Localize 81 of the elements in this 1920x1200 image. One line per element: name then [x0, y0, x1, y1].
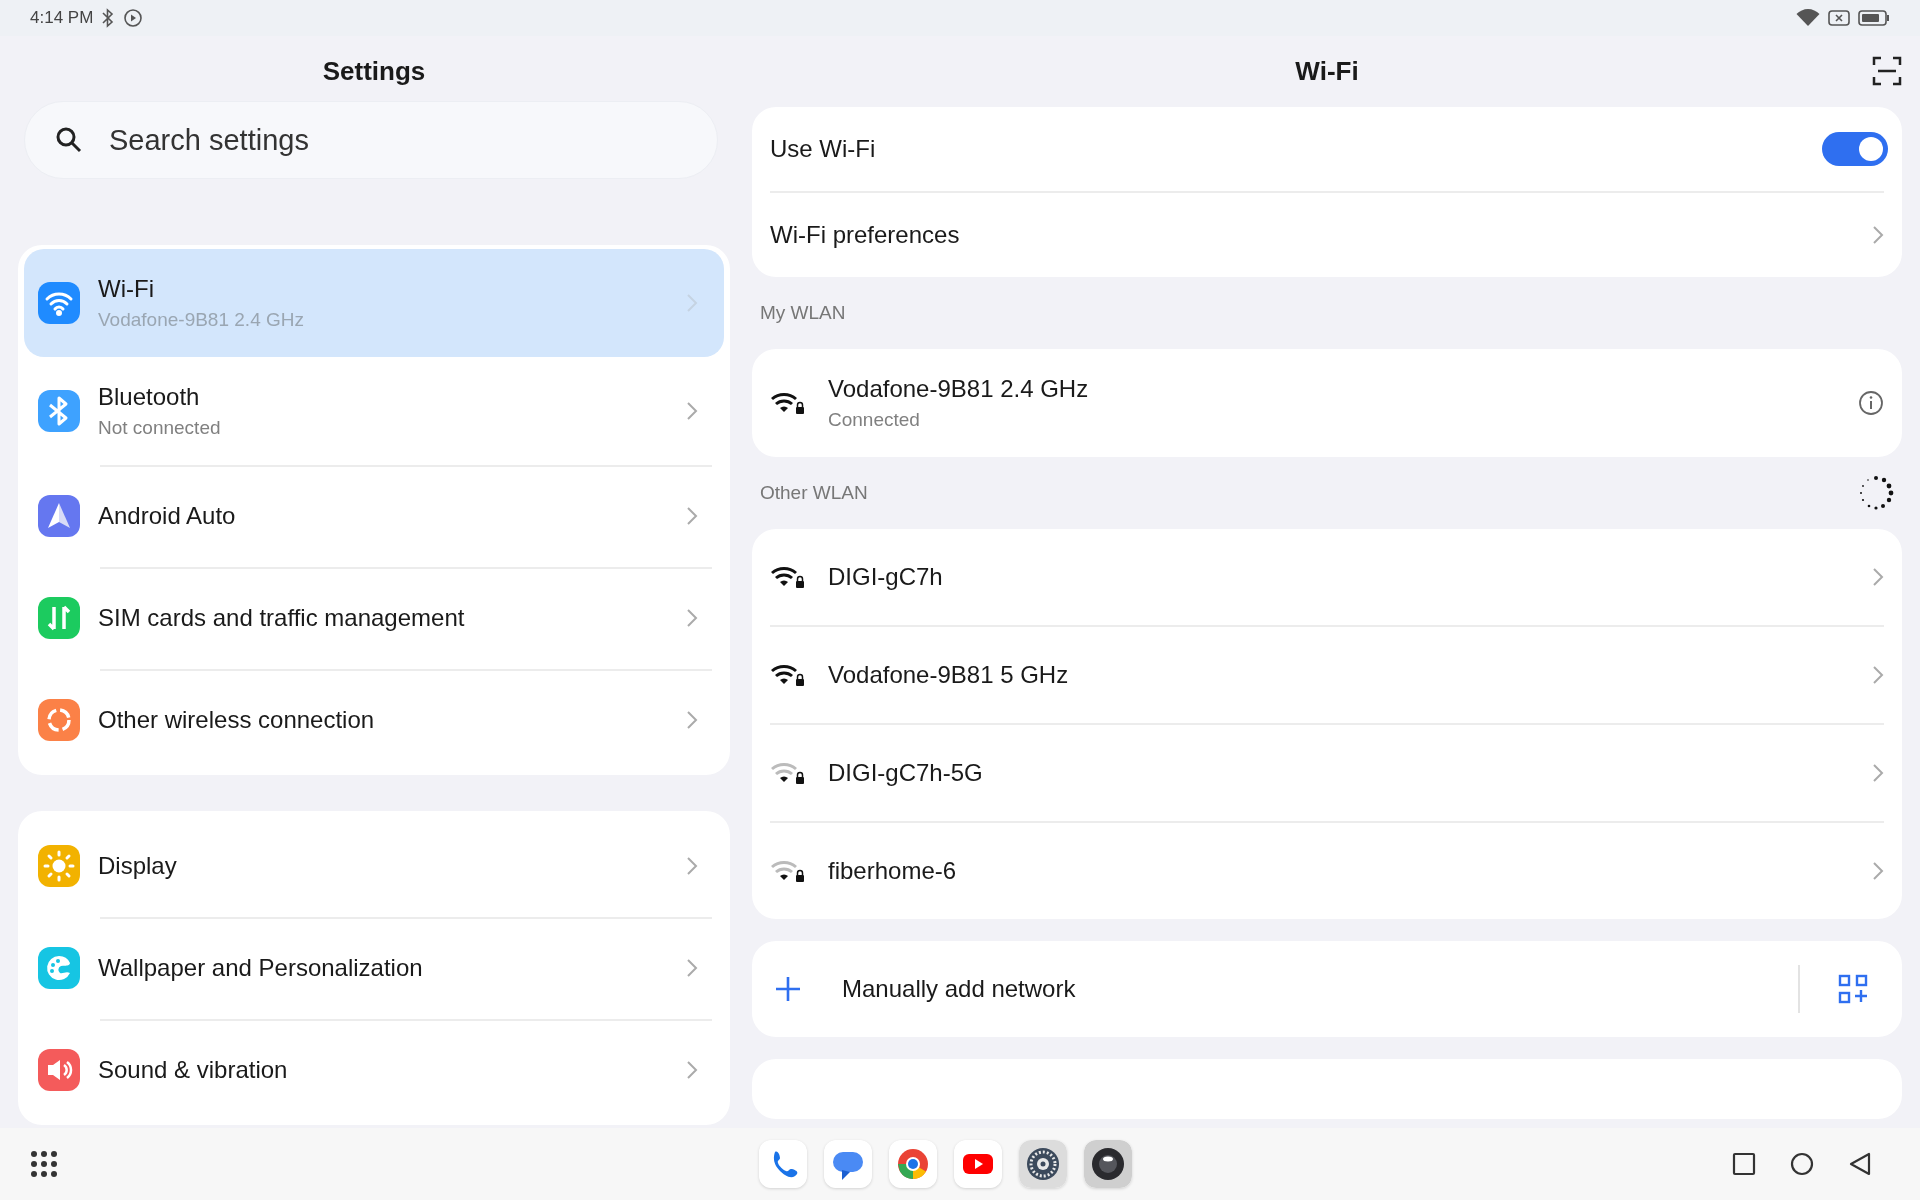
qr-code-icon[interactable]	[1838, 974, 1868, 1004]
settings-item[interactable]: Android Auto	[24, 465, 724, 567]
chevron-icon	[686, 608, 698, 628]
settings-item[interactable]: Display	[24, 815, 724, 917]
network-name: Vodafone-9B81 5 GHz	[828, 661, 1069, 689]
item-subtitle: Vodafone-9B81 2.4 GHz	[98, 309, 304, 331]
sound-icon	[38, 1049, 80, 1091]
search-icon	[54, 125, 84, 155]
settings-item[interactable]: Sound & vibration	[24, 1019, 724, 1121]
chevron-icon	[1872, 861, 1884, 881]
chevron-icon	[686, 710, 698, 730]
chevron-icon	[686, 958, 698, 978]
setting-label: Use Wi-Fi	[770, 135, 876, 163]
chevron-icon	[1872, 567, 1884, 587]
network-item[interactable]: DIGI-gC7h-5G	[770, 723, 1884, 821]
video-play-icon[interactable]	[953, 1140, 1002, 1188]
item-label: Wi-Fi	[98, 275, 155, 303]
item-label: Bluetooth	[98, 383, 201, 411]
network-item[interactable]: fiberhome-6	[770, 821, 1884, 919]
network-item[interactable]: Vodafone-9B81 2.4 GHz Connected	[770, 349, 1884, 457]
status-time: 4:14 PM	[30, 8, 94, 28]
item-label: Android Auto	[98, 502, 236, 530]
no-sim-icon	[1828, 9, 1850, 27]
bluetooth-icon	[101, 8, 116, 28]
chevron-icon	[686, 856, 698, 876]
preferences-row[interactable]: Wi-Fi preferences	[770, 191, 1884, 277]
chat-icon[interactable]	[823, 1140, 872, 1188]
item-label: SIM cards and traffic management	[98, 604, 465, 632]
home-button[interactable]	[1790, 1152, 1814, 1176]
network-status: Connected	[828, 409, 921, 431]
section-heading: My WLAN	[760, 302, 846, 324]
settings-item[interactable]: Other wireless connection	[24, 669, 724, 771]
recents-button[interactable]	[1732, 1152, 1756, 1176]
scan-icon[interactable]	[1872, 56, 1902, 86]
camera-icon[interactable]	[1083, 1140, 1132, 1188]
settings-item[interactable]: SIM cards and traffic management	[24, 567, 724, 669]
plus-icon[interactable]	[774, 975, 802, 1003]
wireless-icon	[38, 699, 80, 741]
chevron-icon	[1872, 225, 1884, 245]
back-button[interactable]	[1848, 1152, 1872, 1176]
network-name: DIGI-gC7h-5G	[828, 759, 983, 787]
app-grid-icon[interactable]	[30, 1150, 58, 1178]
bluetooth-icon	[38, 390, 80, 432]
gear-icon[interactable]	[1018, 1140, 1067, 1188]
network-item[interactable]: Vodafone-9B81 5 GHz	[770, 625, 1884, 723]
battery-icon	[1858, 9, 1890, 27]
page-title: Wi-Fi	[1295, 55, 1359, 88]
browser-icon[interactable]	[888, 1140, 937, 1188]
item-label: Sound & vibration	[98, 1056, 288, 1084]
settings-item[interactable]: Wi-Fi Vodafone-9B81 2.4 GHz	[24, 249, 724, 357]
loading-spinner-icon	[1858, 475, 1894, 511]
chevron-icon	[686, 1060, 698, 1080]
chevron-icon	[686, 506, 698, 526]
add-network-label[interactable]: Manually add network	[842, 975, 1076, 1003]
network-item[interactable]: DIGI-gC7h	[770, 529, 1884, 625]
toggle-switch[interactable]	[1822, 132, 1888, 166]
item-label: Wallpaper and Personalization	[98, 954, 423, 982]
chevron-icon	[686, 293, 698, 313]
page-title: Settings	[321, 55, 427, 88]
section-heading: Other WLAN	[760, 482, 868, 504]
wallpaper-icon	[38, 947, 80, 989]
sim-icon	[38, 597, 80, 639]
item-subtitle: Not connected	[98, 417, 221, 439]
auto-icon	[38, 495, 80, 537]
item-label: Display	[98, 852, 177, 880]
settings-item[interactable]: Bluetooth Not connected	[24, 357, 724, 465]
settings-item[interactable]: Wallpaper and Personalization	[24, 917, 724, 1019]
item-label: Other wireless connection	[98, 706, 375, 734]
display-icon	[38, 845, 80, 887]
network-name: Vodafone-9B81 2.4 GHz	[828, 375, 1089, 403]
phone-icon[interactable]	[758, 1140, 807, 1188]
wifi-icon	[38, 282, 80, 324]
network-name: DIGI-gC7h	[828, 563, 943, 591]
chevron-icon	[686, 401, 698, 421]
search-field[interactable]: Search settings	[24, 101, 718, 179]
info-icon[interactable]	[1858, 390, 1884, 416]
chevron-icon	[1872, 763, 1884, 783]
network-name: fiberhome-6	[828, 857, 957, 885]
wifi-icon	[1796, 9, 1820, 27]
play-circle-icon	[123, 8, 144, 28]
chevron-icon	[1872, 665, 1884, 685]
